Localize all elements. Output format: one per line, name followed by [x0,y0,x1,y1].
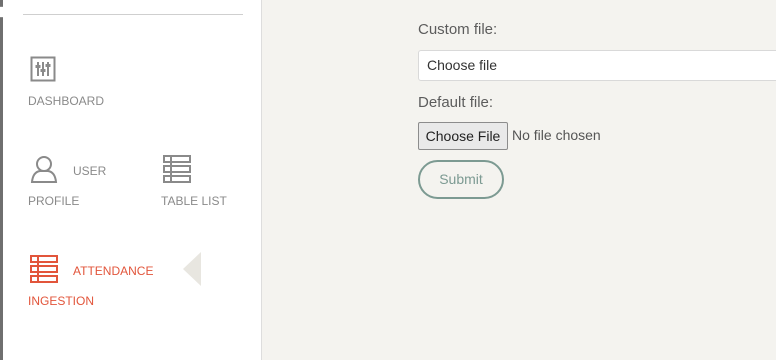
sliders-icon [30,56,56,85]
sidebar-item-label: TABLE LIST [161,194,227,208]
user-icon [30,155,58,186]
list-icon [163,155,191,186]
choose-file-button[interactable]: Choose File [418,122,508,150]
sidebar-item-dashboard[interactable]: DASHBOARD [28,55,148,110]
submit-button[interactable]: Submit [418,160,504,199]
custom-file-label: Custom file: [418,21,498,38]
list-icon [30,255,58,286]
sidebar-item-label-line2: INGESTION [28,294,95,308]
active-item-indicator [183,252,201,286]
sidebar: DASHBOARD USER PROFILE TABLE LIST ATTEND… [3,0,262,360]
sidebar-item-label-line1: ATTENDANCE [73,264,154,278]
sidebar-item-label-line1: USER [73,164,107,178]
sidebar-item-attendance-ingestion[interactable]: ATTENDANCE INGESTION [28,255,168,310]
custom-file-input[interactable]: Choose file [418,50,776,81]
sidebar-item-table-list[interactable]: TABLE LIST [161,155,251,210]
main-content: Custom file: Choose file Default file: C… [263,0,776,360]
sidebar-divider [23,14,243,15]
default-file-label: Default file: [418,94,494,111]
sidebar-item-label: DASHBOARD [28,94,105,108]
sidebar-item-user-profile[interactable]: USER PROFILE [28,155,138,210]
file-status-text: No file chosen [512,127,601,143]
sidebar-item-label-line2: PROFILE [28,194,80,208]
